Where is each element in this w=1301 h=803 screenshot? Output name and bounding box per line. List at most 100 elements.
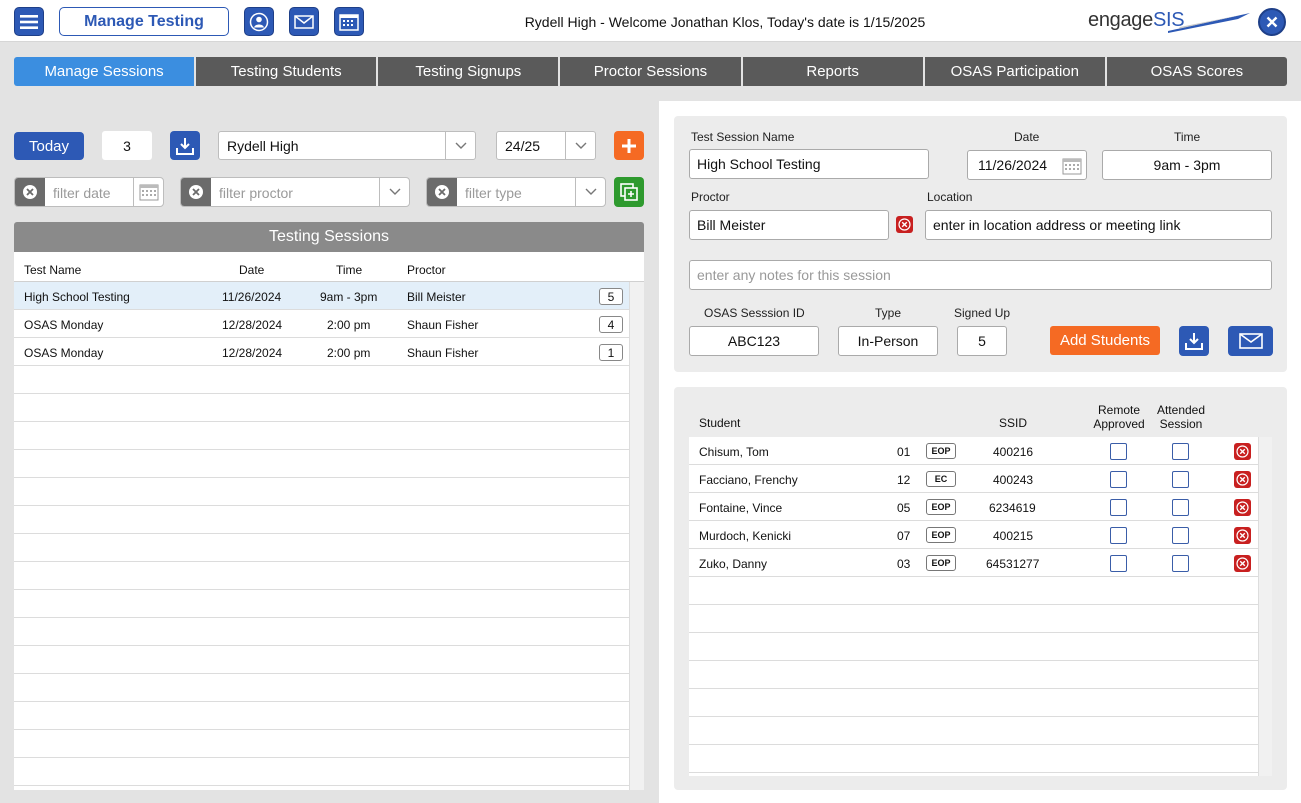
today-button[interactable]: Today (14, 132, 84, 160)
empty-row (689, 633, 1272, 661)
tab-testing-students[interactable]: Testing Students (196, 57, 377, 86)
tab-testing-signups[interactable]: Testing Signups (378, 57, 559, 86)
empty-row (689, 689, 1272, 717)
remove-student-button[interactable] (1234, 499, 1251, 516)
location-input[interactable]: enter in location address or meeting lin… (925, 210, 1272, 240)
filter-proctor[interactable]: filter proctor (180, 177, 410, 207)
remote-approved-checkbox[interactable] (1110, 443, 1127, 460)
attended-checkbox[interactable] (1172, 527, 1189, 544)
download-button[interactable] (170, 131, 200, 160)
remove-student-button[interactable] (1234, 555, 1251, 572)
calendar-button[interactable] (334, 7, 364, 36)
attended-checkbox[interactable] (1172, 555, 1189, 572)
signed-up-value: 5 (957, 326, 1007, 356)
download-icon (176, 137, 194, 155)
add-session-button[interactable] (614, 131, 644, 160)
session-name: High School Testing (24, 290, 130, 304)
table-row[interactable]: High School Testing 11/26/2024 9am - 3pm… (14, 282, 629, 310)
date-input[interactable]: 11/26/2024 (967, 150, 1087, 180)
student-grade: 07 (897, 529, 911, 543)
year-select[interactable]: 24/25 (496, 131, 596, 160)
clear-filter-date-button[interactable] (15, 178, 45, 206)
filter-date[interactable]: filter date (14, 177, 164, 207)
envelope-icon (1238, 333, 1263, 349)
envelope-icon (294, 14, 314, 29)
table-row[interactable]: Fontaine, Vince 05 EOP 6234619 (689, 493, 1272, 521)
empty-row (14, 702, 629, 730)
col-proctor[interactable]: Proctor (407, 263, 446, 277)
proctor-input[interactable]: Bill Meister (689, 210, 889, 240)
engagesis-logo: engageSIS (1088, 9, 1253, 35)
remove-proctor-button[interactable] (896, 216, 913, 233)
school-select[interactable]: Rydell High (218, 131, 476, 160)
tab-proctor-sessions[interactable]: Proctor Sessions (560, 57, 741, 86)
empty-row (14, 562, 629, 590)
table-row[interactable]: OSAS Monday 12/28/2024 2:00 pm Shaun Fis… (14, 338, 629, 366)
student-name: Murdoch, Kenicki (699, 529, 792, 543)
calendar-icon[interactable] (139, 183, 159, 201)
osas-id-input[interactable]: ABC123 (689, 326, 819, 356)
program-badge: EOP (926, 499, 956, 515)
app-title-button[interactable]: Manage Testing (59, 7, 229, 36)
attended-checkbox[interactable] (1172, 443, 1189, 460)
menu-button[interactable] (14, 7, 44, 36)
remove-student-button[interactable] (1234, 527, 1251, 544)
mail-button[interactable] (289, 7, 319, 36)
hamburger-icon (20, 14, 38, 29)
empty-row (14, 646, 629, 674)
program-badge: EC (926, 471, 956, 487)
remote-approved-checkbox[interactable] (1110, 527, 1127, 544)
table-row[interactable]: OSAS Monday 12/28/2024 2:00 pm Shaun Fis… (14, 310, 629, 338)
session-date: 12/28/2024 (222, 346, 283, 360)
type-input[interactable]: In-Person (838, 326, 938, 356)
sessions-scrollbar[interactable] (629, 282, 644, 790)
add-students-button[interactable]: Add Students (1050, 326, 1160, 355)
col-student[interactable]: Student (699, 416, 740, 430)
download-students-button[interactable] (1179, 326, 1209, 356)
attended-checkbox[interactable] (1172, 471, 1189, 488)
tab-osas-scores[interactable]: OSAS Scores (1106, 57, 1287, 86)
remote-approved-checkbox[interactable] (1110, 499, 1127, 516)
calendar-icon[interactable] (1062, 157, 1082, 175)
osas-id-label: OSAS Sesssion ID (704, 306, 805, 320)
filter-date-placeholder: filter date (53, 185, 111, 201)
remote-approved-checkbox[interactable] (1110, 471, 1127, 488)
table-row[interactable]: Zuko, Danny 03 EOP 64531277 (689, 549, 1272, 577)
tab-osas-participation[interactable]: OSAS Participation (924, 57, 1105, 86)
attended-checkbox[interactable] (1172, 499, 1189, 516)
clear-filter-proctor-button[interactable] (181, 178, 211, 206)
clear-filter-type-button[interactable] (427, 178, 457, 206)
remove-icon (898, 218, 911, 231)
calendar-icon (339, 13, 359, 31)
table-row[interactable]: Facciano, Frenchy 12 EC 400243 (689, 465, 1272, 493)
tab-reports[interactable]: Reports (742, 57, 923, 86)
session-name: OSAS Monday (24, 346, 104, 360)
email-students-button[interactable] (1228, 326, 1273, 356)
session-name-input[interactable]: High School Testing (689, 149, 929, 179)
time-input[interactable]: 9am - 3pm (1102, 150, 1272, 180)
student-ssid: 400215 (993, 529, 1034, 543)
student-name: Zuko, Danny (699, 557, 768, 571)
remote-approved-checkbox[interactable] (1110, 555, 1127, 572)
remove-student-button[interactable] (1234, 471, 1251, 488)
profile-button[interactable] (244, 7, 274, 36)
tab-manage-sessions[interactable]: Manage Sessions (14, 57, 195, 86)
col-test-name[interactable]: Test Name (24, 263, 81, 277)
program-badge: EOP (926, 527, 956, 543)
empty-row (14, 674, 629, 702)
col-remote-approved[interactable]: Remote Approved (1092, 403, 1146, 431)
col-ssid[interactable]: SSID (999, 416, 1027, 430)
col-time[interactable]: Time (336, 263, 362, 277)
table-row[interactable]: Chisum, Tom 01 EOP 400216 (689, 437, 1272, 465)
col-date[interactable]: Date (239, 263, 264, 277)
copy-add-icon (620, 183, 638, 201)
table-row[interactable]: Murdoch, Kenicki 07 EOP 400215 (689, 521, 1272, 549)
close-button[interactable] (1258, 8, 1286, 36)
copy-session-button[interactable] (614, 177, 644, 207)
filter-type[interactable]: filter type (426, 177, 606, 207)
remove-student-button[interactable] (1234, 443, 1251, 460)
notes-input[interactable]: enter any notes for this session (689, 260, 1272, 290)
empty-row (689, 745, 1272, 773)
col-attended-session[interactable]: Attended Session (1154, 403, 1208, 431)
students-scrollbar[interactable] (1258, 437, 1272, 776)
